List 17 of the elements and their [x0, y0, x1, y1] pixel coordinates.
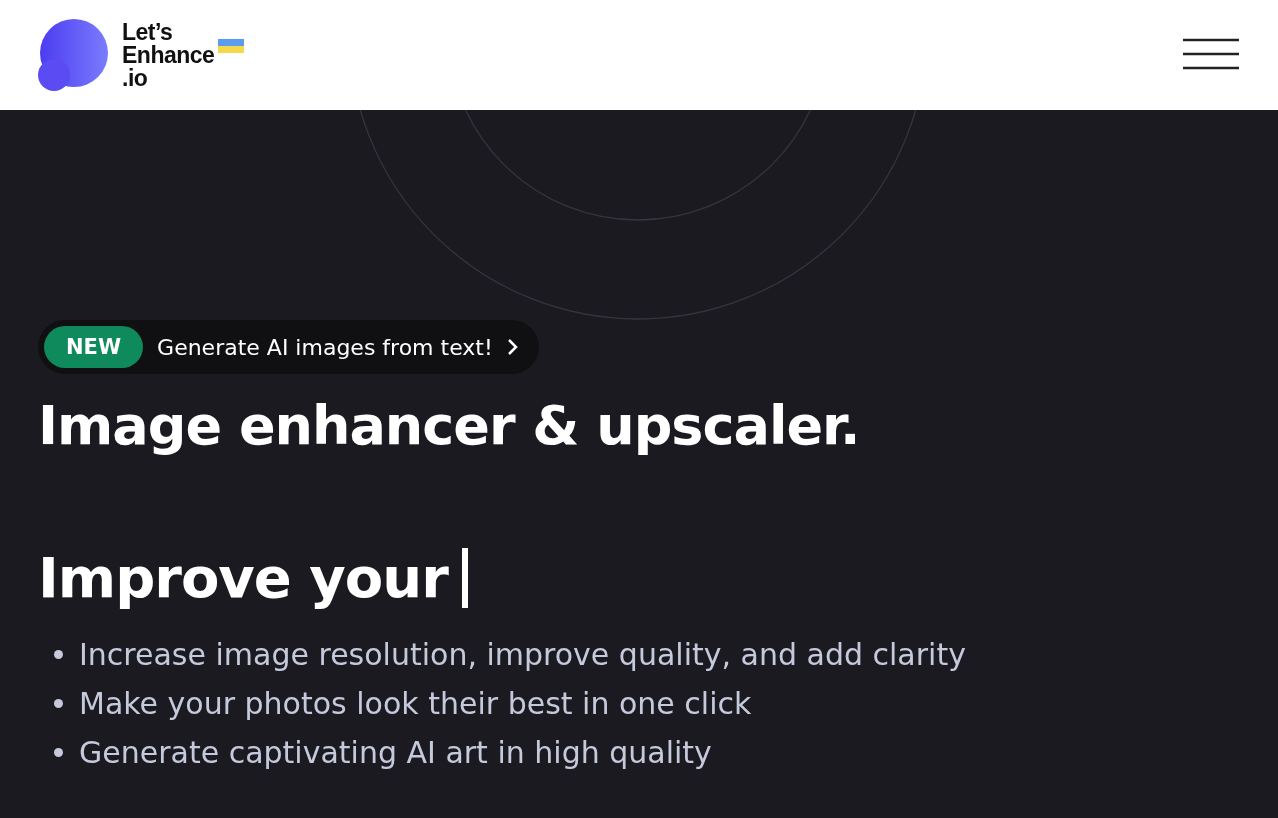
logo-text: Enhance: [122, 43, 215, 67]
bullet-dot: [54, 650, 63, 659]
hero-title: Image enhancer & upscaler.: [38, 393, 861, 459]
logo-text: .io: [122, 66, 149, 90]
flag-icon: [218, 39, 245, 53]
typing-headline: Improve your: [38, 544, 448, 612]
logo-icon: [38, 19, 108, 91]
text-cursor: [461, 548, 468, 608]
feature-text: Generate captivating AI art in high quality: [79, 734, 712, 772]
feature-text: Make your photos look their best in one click: [79, 685, 752, 723]
chevron-right-icon: [506, 338, 519, 356]
announcement-link[interactable]: NEW Generate AI images from text!: [38, 320, 539, 374]
bullet-dot: [54, 748, 63, 757]
new-badge: NEW: [44, 326, 144, 368]
bullet-dot: [54, 699, 63, 708]
feature-text: Increase image resolution, improve quality, and add clarity: [79, 636, 966, 674]
logo-text: Let’s: [122, 20, 174, 44]
